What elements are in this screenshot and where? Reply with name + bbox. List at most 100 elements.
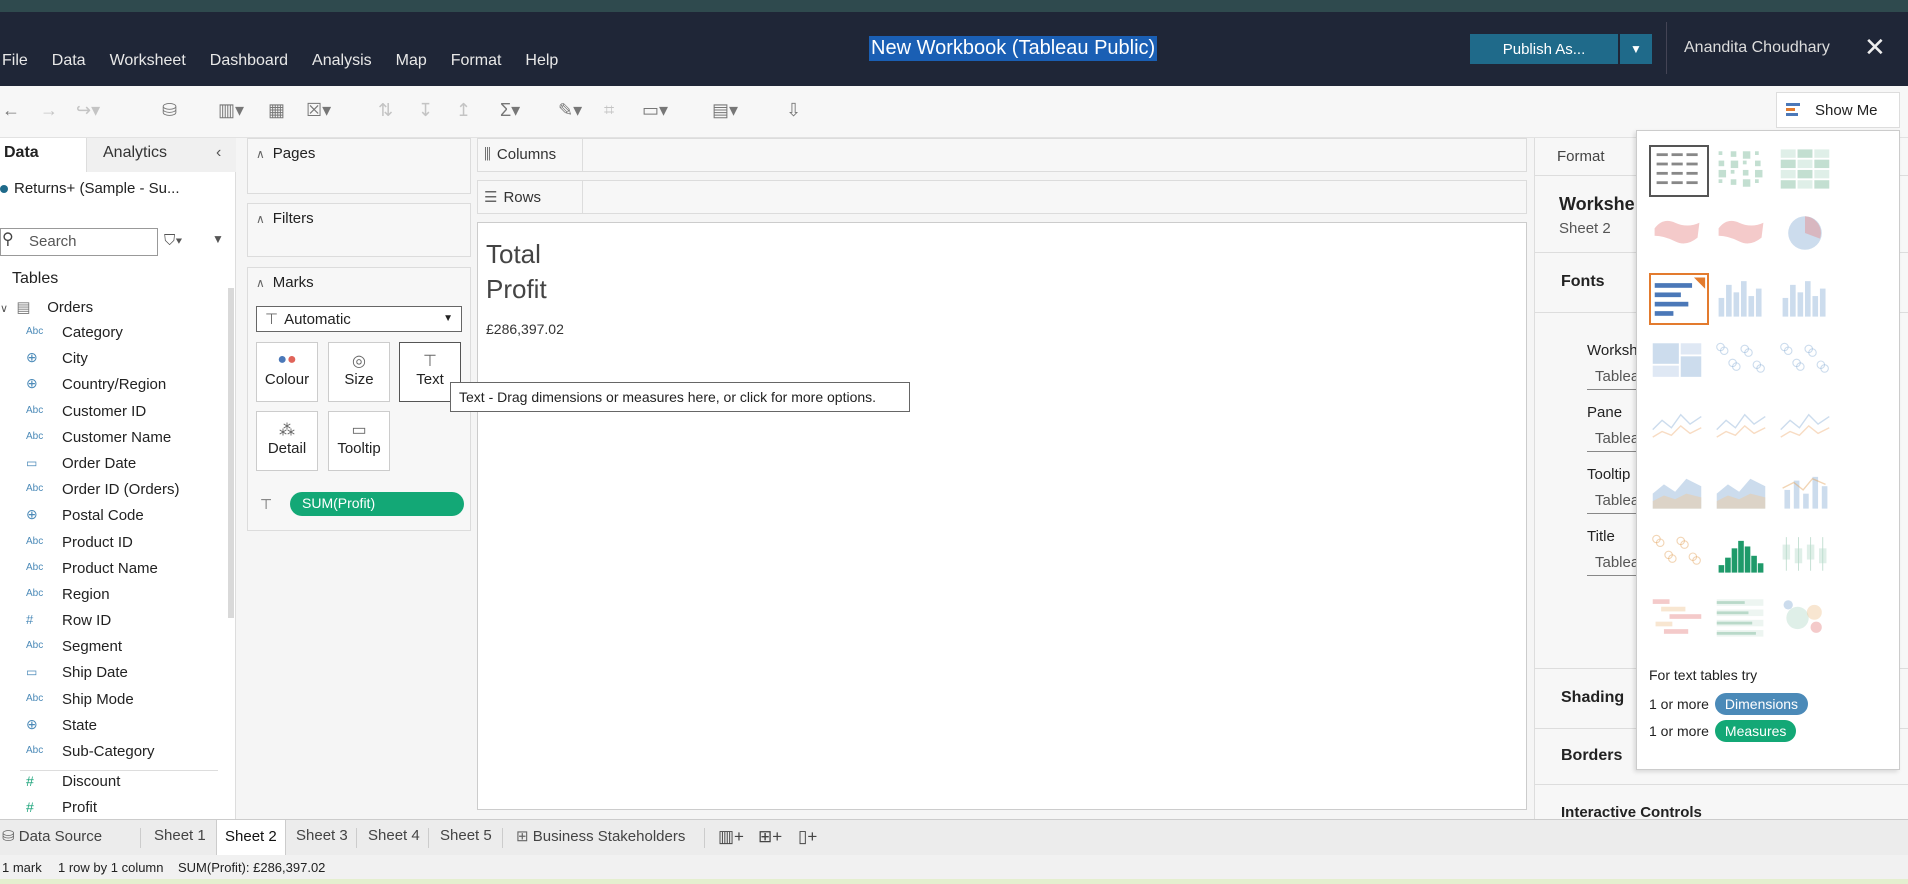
- group-icon[interactable]: ⌗: [604, 100, 614, 121]
- chart-type-dual-combination[interactable]: [1777, 465, 1837, 517]
- new-worksheet-icon[interactable]: ▥+: [718, 827, 744, 847]
- chart-type-gantt-chart[interactable]: [1649, 593, 1709, 645]
- workbook-title[interactable]: New Workbook (Tableau Public): [869, 36, 1158, 61]
- chart-type-filled-map[interactable]: [1713, 209, 1773, 261]
- chevron-left-icon[interactable]: ‹: [216, 144, 221, 162]
- rows-shelf[interactable]: ☰ Rows: [477, 180, 1527, 214]
- detail-button[interactable]: ⁂ Detail: [256, 411, 318, 471]
- publish-dropdown-icon[interactable]: ▼: [1620, 34, 1652, 64]
- filters-card[interactable]: ∧ Filters: [247, 203, 471, 257]
- field-item[interactable]: ⊕ Country/Region: [0, 373, 226, 399]
- menu-file[interactable]: File: [0, 52, 40, 70]
- tab-analytics[interactable]: Analytics: [86, 138, 236, 172]
- menu-data[interactable]: Data: [40, 52, 98, 70]
- menu-format[interactable]: Format: [439, 52, 514, 70]
- field-item[interactable]: ▭ Order Date: [0, 452, 226, 478]
- replay-icon[interactable]: ↪▾: [76, 100, 100, 121]
- tab-data-source[interactable]: ⛁ Data Source: [2, 827, 102, 845]
- field-item[interactable]: Abc Segment: [0, 635, 226, 661]
- columns-shelf[interactable]: ⫼ Columns: [477, 138, 1527, 172]
- chart-type-box-and-whisker[interactable]: [1777, 529, 1837, 581]
- colour-button[interactable]: ●● Colour: [256, 342, 318, 402]
- chart-type-stacked-bars[interactable]: [1713, 273, 1773, 325]
- chart-type-bullet-graph[interactable]: [1713, 593, 1773, 645]
- undo-icon[interactable]: ←: [2, 100, 20, 121]
- download-icon[interactable]: ⇩: [786, 100, 801, 121]
- chart-type-symbol-map[interactable]: [1649, 209, 1709, 261]
- chart-type-text-table[interactable]: [1649, 145, 1709, 197]
- pages-card[interactable]: ∧ Pages: [247, 138, 471, 194]
- chart-type-heat-map[interactable]: [1713, 145, 1773, 197]
- chart-type-side-by-side-bars[interactable]: [1777, 273, 1837, 325]
- chart-type-dual-lines[interactable]: [1777, 401, 1837, 453]
- chart-type-area-continuous[interactable]: [1649, 465, 1709, 517]
- search-input[interactable]: Search: [0, 228, 158, 256]
- chevron-up-icon[interactable]: ∧: [256, 276, 265, 290]
- new-dashboard-icon[interactable]: ⊞+: [758, 827, 782, 847]
- chart-type-scatter-plot[interactable]: [1649, 529, 1709, 581]
- field-item[interactable]: Abc Order ID (Orders): [0, 478, 226, 504]
- tab-sheet-3[interactable]: Sheet 3: [296, 827, 348, 844]
- highlight-icon[interactable]: ✎▾: [558, 100, 582, 121]
- new-data-source-icon[interactable]: ⛁: [162, 100, 177, 121]
- viz-canvas[interactable]: Total Profit £286,397.02: [477, 222, 1527, 810]
- labels-icon[interactable]: ▤▾: [712, 100, 738, 121]
- format-section-borders[interactable]: Borders: [1561, 747, 1622, 765]
- fit-icon[interactable]: ▭▾: [642, 100, 668, 121]
- chevron-up-icon[interactable]: ∧: [256, 147, 265, 161]
- size-button[interactable]: ◎ Size: [328, 342, 390, 402]
- tab-business-stakeholders[interactable]: ⊞ Business Stakeholders: [516, 827, 685, 845]
- scrollbar[interactable]: [228, 288, 234, 618]
- field-item[interactable]: ⊕ City: [0, 347, 226, 373]
- field-item[interactable]: Abc Product ID: [0, 531, 226, 557]
- new-story-icon[interactable]: ▯+: [798, 827, 817, 847]
- field-item[interactable]: # Row ID: [0, 609, 226, 635]
- chart-type-area-discrete[interactable]: [1713, 465, 1773, 517]
- chevron-up-icon[interactable]: ∧: [256, 212, 265, 226]
- field-item[interactable]: Abc Region: [0, 583, 226, 609]
- table-orders[interactable]: ∨ ▤ Orders: [0, 298, 93, 316]
- new-worksheet-icon[interactable]: ▥▾: [218, 100, 244, 121]
- clear-sheet-icon[interactable]: ☒▾: [306, 100, 331, 121]
- tab-sheet-1[interactable]: Sheet 1: [154, 827, 206, 844]
- chart-type-side-by-side-circles[interactable]: [1777, 337, 1837, 389]
- chart-type-pie-chart[interactable]: [1777, 209, 1837, 261]
- menu-worksheet[interactable]: Worksheet: [98, 52, 198, 70]
- user-name[interactable]: Anandita Choudhary: [1684, 39, 1830, 57]
- field-item[interactable]: ▭ Ship Date: [0, 661, 226, 687]
- redo-icon[interactable]: →: [40, 100, 58, 121]
- field-item[interactable]: ⊕ Postal Code: [0, 504, 226, 530]
- menu-analysis[interactable]: Analysis: [300, 52, 384, 70]
- chart-type-horizontal-bars[interactable]: [1649, 273, 1709, 325]
- sort-asc-icon[interactable]: ↧: [418, 100, 433, 121]
- chart-type-highlight-table[interactable]: [1777, 145, 1837, 197]
- chart-type-lines-discrete[interactable]: [1713, 401, 1773, 453]
- field-item[interactable]: Abc Category: [0, 321, 226, 347]
- format-section-fonts[interactable]: Fonts: [1561, 273, 1605, 291]
- tab-sheet-4[interactable]: Sheet 4: [368, 827, 420, 844]
- chart-type-circle-views[interactable]: [1713, 337, 1773, 389]
- format-section-shading[interactable]: Shading: [1561, 689, 1624, 707]
- field-item[interactable]: Abc Product Name: [0, 557, 226, 583]
- tooltip-button[interactable]: ▭ Tooltip: [328, 411, 390, 471]
- tab-sheet-2[interactable]: Sheet 2: [216, 820, 286, 856]
- chart-type-treemap[interactable]: [1649, 337, 1709, 389]
- field-item[interactable]: Abc Customer ID: [0, 400, 226, 426]
- sum-profit-pill[interactable]: SUM(Profit): [290, 492, 464, 516]
- tab-data[interactable]: Data: [0, 138, 86, 172]
- field-item[interactable]: Abc Sub-Category: [0, 740, 226, 766]
- field-item[interactable]: Abc Customer Name: [0, 426, 226, 452]
- field-item[interactable]: ⊕ State: [0, 714, 226, 740]
- data-source-item[interactable]: Returns+ (Sample - Su...: [0, 180, 179, 197]
- chart-type-lines-continuous[interactable]: [1649, 401, 1709, 453]
- tab-sheet-5[interactable]: Sheet 5: [440, 827, 492, 844]
- chart-type-packed-bubbles[interactable]: [1777, 593, 1837, 645]
- menu-help[interactable]: Help: [513, 52, 570, 70]
- filter-icon[interactable]: ⛉▾: [164, 232, 183, 249]
- chevron-down-icon[interactable]: ▼: [212, 232, 224, 246]
- totals-icon[interactable]: Σ▾: [500, 100, 520, 121]
- close-icon[interactable]: ✕: [1864, 34, 1886, 60]
- chart-type-histogram[interactable]: [1713, 529, 1773, 581]
- publish-button[interactable]: Publish As...: [1470, 34, 1618, 64]
- field-item[interactable]: Abc Ship Mode: [0, 688, 226, 714]
